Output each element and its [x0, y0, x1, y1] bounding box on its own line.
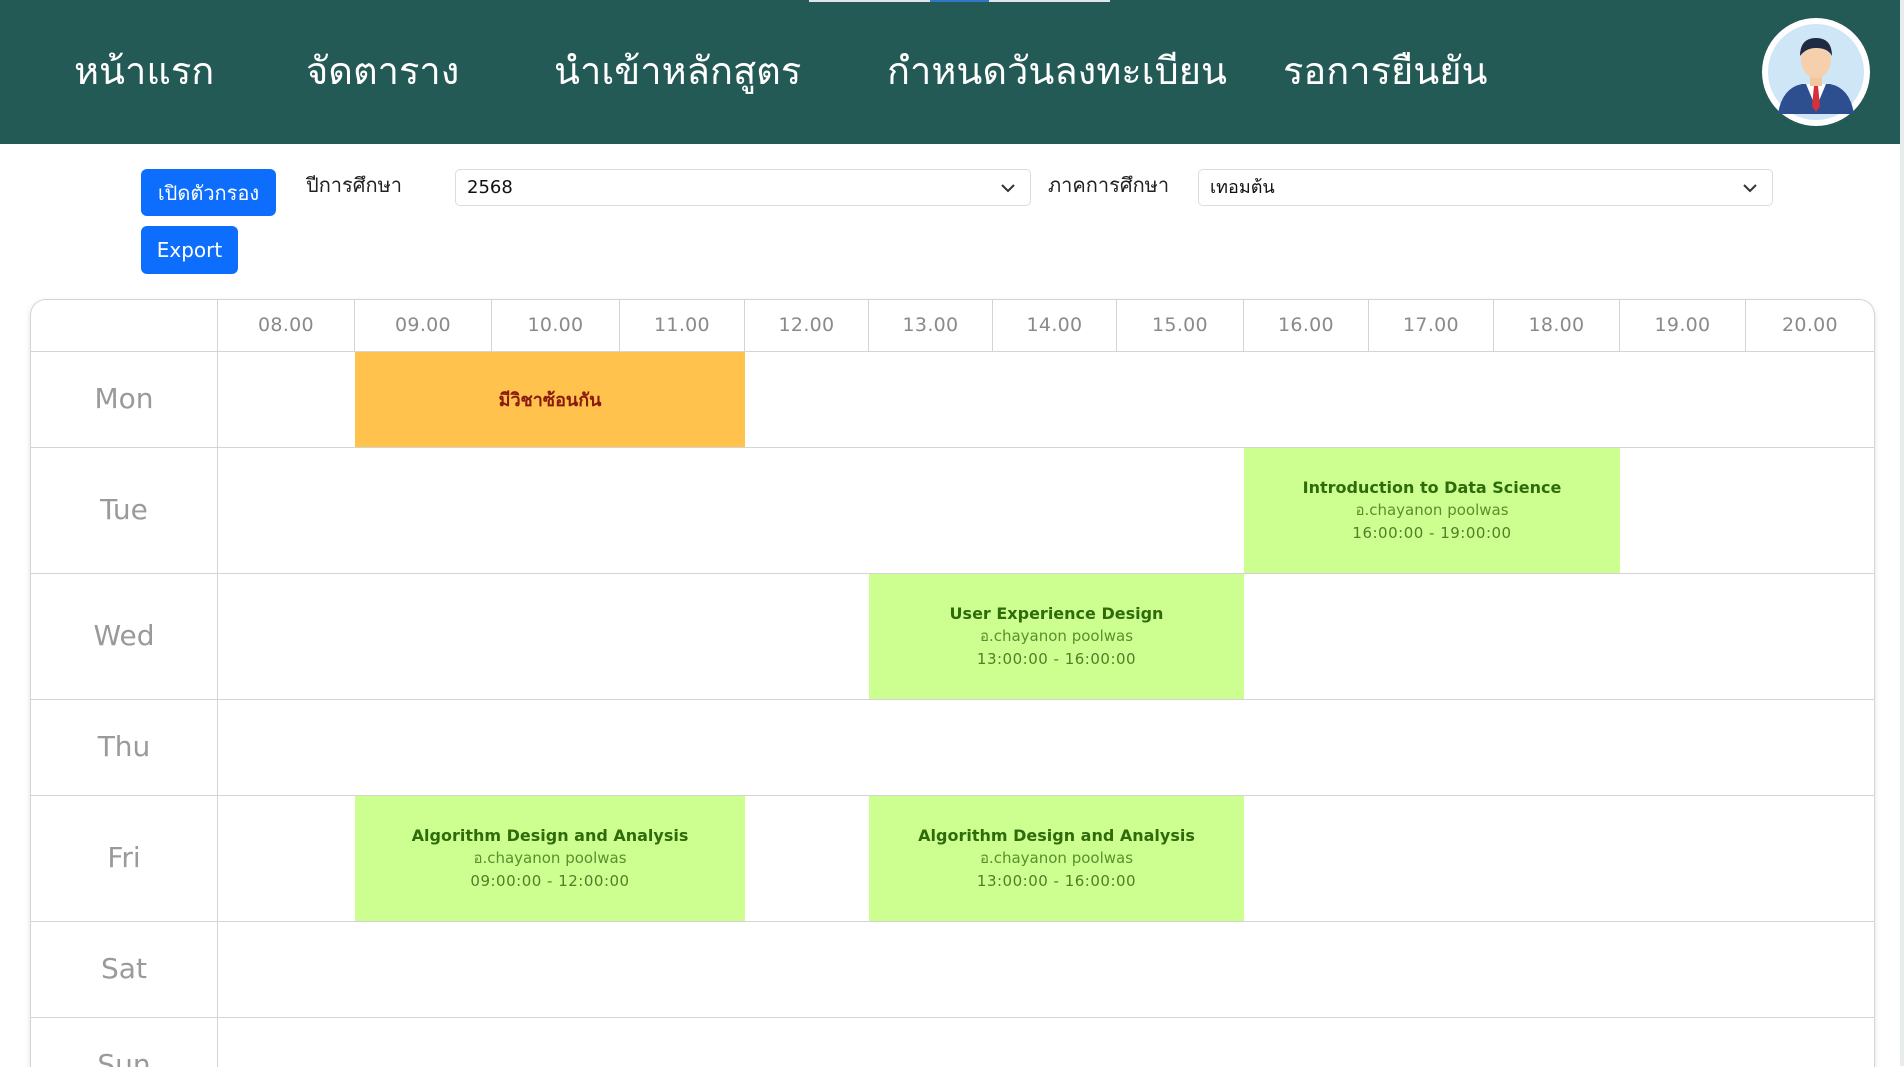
hour-header: 14.00 [992, 300, 1116, 351]
conflict-label: มีวิชาซ้อนกัน [498, 390, 602, 411]
hour-header: 20.00 [1745, 300, 1874, 351]
nav-accent-bar [809, 0, 930, 2]
semester-value: เทอมต้น [1210, 177, 1275, 198]
day-label-sat: Sat [101, 952, 147, 985]
course-teacher: อ.chayanon poolwas [979, 627, 1134, 645]
hour-header: 13.00 [868, 300, 992, 351]
course-time: 13:00:00 - 16:00:00 [976, 650, 1137, 668]
course-block[interactable]: Algorithm Design and Analysis อ.chayanon … [355, 796, 745, 921]
day-label-mon: Mon [94, 382, 154, 415]
row-divider [31, 699, 1874, 700]
row-divider [31, 921, 1874, 922]
hour-header: 12.00 [744, 300, 868, 351]
page-edge [1900, 0, 1904, 1066]
semester-label: ภาคการศึกษา [1048, 173, 1170, 197]
user-avatar-icon-graphic [1768, 24, 1864, 120]
row-divider [31, 351, 1874, 352]
course-title: Algorithm Design and Analysis [411, 826, 689, 845]
day-column-divider [217, 300, 218, 1067]
academic-year-label: ปีการศึกษา [306, 173, 402, 197]
nav-registration-dates[interactable]: กำหนดวันลงทะเบียน [887, 46, 1227, 96]
hour-header: 16.00 [1243, 300, 1368, 351]
top-navbar: หน้าแรก จัดตาราง นำเข้าหลักสูตร กำหนดวัน… [0, 0, 1900, 144]
nav-home[interactable]: หน้าแรก [74, 46, 214, 96]
course-teacher: อ.chayanon poolwas [1355, 501, 1509, 519]
hour-header: 15.00 [1116, 300, 1243, 351]
hour-header: 17.00 [1368, 300, 1493, 351]
nav-pending-confirmation[interactable]: รอการยืนยัน [1283, 46, 1487, 96]
hour-header: 19.00 [1619, 300, 1745, 351]
course-block[interactable]: Introduction to Data Science อ.chayanon p… [1244, 448, 1620, 573]
row-divider [31, 1017, 1874, 1018]
chevron-down-icon [1001, 184, 1015, 193]
nav-import-curriculum[interactable]: นำเข้าหลักสูตร [554, 46, 801, 96]
hour-header: 18.00 [1493, 300, 1619, 351]
course-title: Introduction to Data Science [1302, 478, 1562, 497]
semester-select[interactable]: เทอมต้น [1198, 169, 1773, 206]
day-label-sun: Sun [97, 1048, 151, 1067]
hour-header: 11.00 [619, 300, 744, 351]
open-filter-button[interactable]: เปิดตัวกรอง [141, 169, 276, 216]
hour-header: 10.00 [491, 300, 619, 351]
course-block[interactable]: User Experience Design อ.chayanon poolwas… [869, 574, 1244, 699]
hour-header: 09.00 [354, 300, 491, 351]
nav-accent-bar [989, 0, 1110, 2]
nav-schedule[interactable]: จัดตาราง [306, 46, 459, 96]
chevron-down-icon [1743, 184, 1757, 193]
conflict-block[interactable]: มีวิชาซ้อนกัน [355, 352, 745, 447]
course-title: Algorithm Design and Analysis [918, 826, 1195, 845]
academic-year-value: 2568 [467, 177, 513, 198]
course-time: 16:00:00 - 19:00:00 [1352, 524, 1512, 542]
course-teacher: อ.chayanon poolwas [979, 849, 1134, 867]
course-time: 09:00:00 - 12:00:00 [470, 872, 630, 890]
export-button[interactable]: Export [141, 226, 238, 274]
user-avatar-icon[interactable] [1762, 18, 1870, 126]
timetable-grid: 08.00 09.00 10.00 11.00 12.00 13.00 14.00 15.00… [30, 299, 1875, 1067]
academic-year-select[interactable]: 2568 [455, 169, 1031, 206]
hour-header: 08.00 [217, 300, 354, 351]
course-time: 13:00:00 - 16:00:00 [976, 872, 1137, 890]
course-teacher: อ.chayanon poolwas [473, 849, 627, 867]
nav-accent-bar [930, 0, 989, 2]
day-label-tue: Tue [100, 493, 148, 526]
course-title: User Experience Design [949, 604, 1164, 623]
day-label-wed: Wed [93, 619, 155, 652]
day-label-fri: Fri [107, 841, 141, 874]
day-label-thu: Thu [97, 730, 151, 763]
course-block[interactable]: Algorithm Design and Analysis อ.chayanon … [869, 796, 1244, 921]
